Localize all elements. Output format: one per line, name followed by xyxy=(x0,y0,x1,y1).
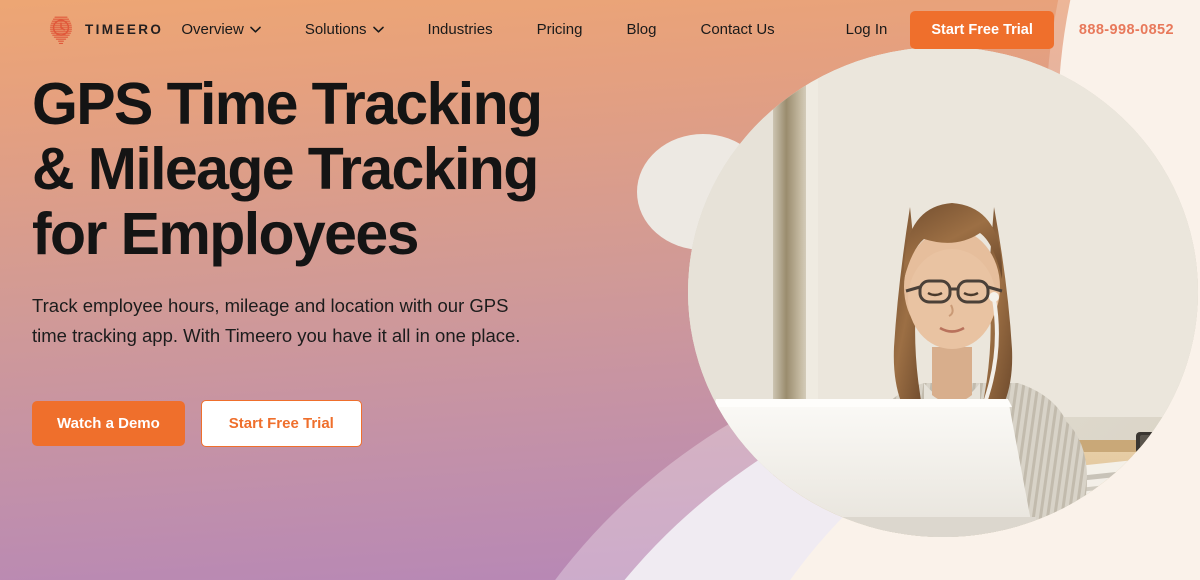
nav-item-overview[interactable]: Overview xyxy=(181,21,261,38)
site-header: TIMEERO Overview Solutions Industries Pr… xyxy=(0,0,1200,59)
heading-line-2: & Mileage Tracking xyxy=(32,136,539,202)
stopwatch-clock-icon xyxy=(46,14,76,46)
brand-logo[interactable]: TIMEERO xyxy=(46,14,163,46)
watch-a-demo-button[interactable]: Watch a Demo xyxy=(32,401,185,446)
nav-label: Industries xyxy=(427,21,493,38)
hero-subtext: Track employee hours, mileage and locati… xyxy=(32,291,592,351)
heading-line-3: for Employees xyxy=(32,201,419,267)
subtext-line-1: Track employee hours, mileage and locati… xyxy=(32,295,509,316)
nav-label: Solutions xyxy=(304,21,367,38)
phone-number[interactable]: 888-998-0852 xyxy=(1079,22,1174,38)
chevron-down-icon xyxy=(372,26,384,33)
nav-label: Blog xyxy=(626,21,657,38)
nav-label: Contact Us xyxy=(700,21,775,38)
nav-item-contact-us[interactable]: Contact Us xyxy=(700,21,774,38)
hero-cta-row: Watch a Demo Start Free Trial xyxy=(32,400,632,447)
brand-name: TIMEERO xyxy=(85,22,164,37)
login-link[interactable]: Log In xyxy=(846,21,888,38)
main-navigation: Overview Solutions Industries Pricing Bl… xyxy=(181,21,774,38)
nav-label: Pricing xyxy=(536,21,583,38)
chevron-down-icon xyxy=(250,26,261,33)
nav-item-blog[interactable]: Blog xyxy=(626,21,656,38)
nav-item-solutions[interactable]: Solutions xyxy=(305,21,384,38)
page-title: GPS Time Tracking & Mileage Tracking for… xyxy=(32,72,632,267)
subtext-line-2: time tracking app. With Timeero you have… xyxy=(32,325,521,346)
hero-page: TIMEERO Overview Solutions Industries Pr… xyxy=(0,0,1200,580)
hero-image xyxy=(688,47,1198,537)
heading-line-1: GPS Time Tracking xyxy=(32,71,543,137)
header-start-free-trial-button[interactable]: Start Free Trial xyxy=(910,10,1054,49)
nav-item-pricing[interactable]: Pricing xyxy=(537,21,583,38)
hero-content: GPS Time Tracking & Mileage Tracking for… xyxy=(32,72,632,447)
hero-start-free-trial-button[interactable]: Start Free Trial xyxy=(200,400,362,447)
nav-label: Overview xyxy=(181,21,244,38)
header-actions: Log In Start Free Trial 888-998-0852 xyxy=(846,10,1174,49)
nav-item-industries[interactable]: Industries xyxy=(428,21,493,38)
